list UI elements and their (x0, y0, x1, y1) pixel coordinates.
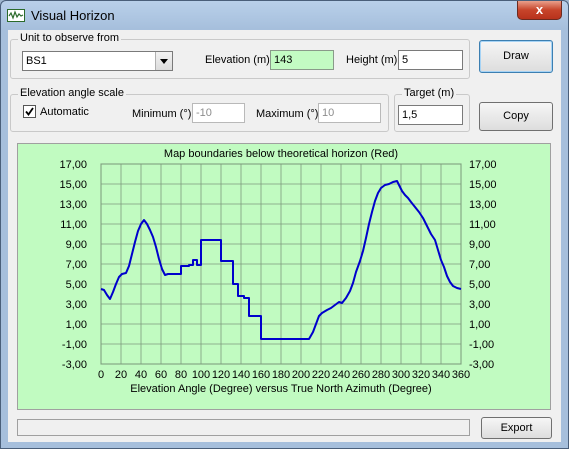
copy-button[interactable]: Copy (479, 102, 553, 131)
chevron-down-icon[interactable] (155, 52, 172, 70)
y-tick-label-right: 9,00 (469, 239, 490, 251)
y-tick-label-right: -1,00 (469, 339, 494, 351)
unit-select-value: BS1 (26, 55, 47, 67)
maximum-label: Maximum (°) (256, 108, 319, 120)
target-field[interactable]: 1,5 (398, 105, 463, 125)
export-button[interactable]: Export (481, 417, 552, 439)
y-tick-label-right: 15,00 (469, 179, 497, 191)
horizon-chart: 0 20 40 60 80 100 120 140 160 180 200 220 240 260 280 3… (59, 148, 497, 395)
minimum-field[interactable]: -10 (192, 103, 245, 123)
y-tick-label-right: 13,00 (469, 199, 497, 211)
y-tick-label-right: 5,00 (469, 279, 490, 291)
x-tick-label: 40 (135, 369, 147, 381)
y-tick-label-left: 3,00 (66, 299, 87, 311)
x-tick-label: 100 (192, 369, 210, 381)
title-bar[interactable]: Visual Horizon x (1, 1, 568, 29)
x-tick-label: 360 (452, 369, 470, 381)
draw-button[interactable]: Draw (479, 40, 553, 73)
y-tick-label-left: 15,00 (59, 179, 87, 191)
y-tick-label-right: 17,00 (469, 159, 497, 171)
y-tick-label-right: 11,00 (469, 219, 496, 231)
checkmark-icon (25, 107, 34, 116)
x-tick-label: 260 (352, 369, 370, 381)
horizon-plot-panel: 0 20 40 60 80 100 120 140 160 180 200 220 240 260 280 3… (17, 143, 551, 410)
minimum-label: Minimum (°) (132, 108, 192, 120)
close-button[interactable]: x (517, 1, 562, 20)
x-tick-label: 320 (412, 369, 430, 381)
x-tick-label: 140 (232, 369, 250, 381)
automatic-label: Automatic (40, 106, 89, 118)
y-tick-label-left: -3,00 (62, 359, 87, 371)
y-tick-label-left: -1,00 (62, 339, 87, 351)
y-tick-label-right: 1,00 (469, 319, 490, 331)
window-title: Visual Horizon (31, 8, 115, 23)
x-tick-label: 240 (332, 369, 350, 381)
dialog-client-area: Unit to observe from BS1 Elevation (m) 1… (8, 30, 561, 442)
height-field[interactable]: 5 (398, 50, 463, 70)
elevation-field[interactable]: 143 (270, 50, 334, 70)
automatic-checkbox[interactable] (23, 105, 36, 118)
y-tick-label-right: 7,00 (469, 259, 490, 271)
x-tick-label: 300 (392, 369, 410, 381)
y-tick-label-left: 9,00 (66, 239, 87, 251)
y-tick-label-left: 5,00 (66, 279, 87, 291)
x-tick-label: 200 (292, 369, 310, 381)
close-icon: x (535, 2, 544, 17)
y-tick-label-left: 13,00 (59, 199, 87, 211)
elevation-label: Elevation (m) (205, 54, 270, 66)
visual-horizon-window: Visual Horizon x Unit to observe from BS… (0, 0, 569, 449)
x-axis-label: Elevation Angle (Degree) versus True Nor… (130, 383, 431, 395)
y-tick-label-left: 1,00 (66, 319, 87, 331)
y-tick-label-left: 7,00 (66, 259, 87, 271)
chart-title: Map boundaries below theoretical horizon… (164, 148, 398, 160)
x-tick-label: 160 (252, 369, 270, 381)
y-tick-label-right: 3,00 (469, 299, 490, 311)
x-tick-label: 220 (312, 369, 330, 381)
y-tick-label-right: -3,00 (469, 359, 494, 371)
status-bar (17, 419, 470, 436)
y-tick-label-left: 11,00 (60, 219, 87, 231)
y-tick-label-left: 17,00 (59, 159, 87, 171)
height-label: Height (m) (346, 54, 398, 66)
waveform-icon (7, 9, 25, 22)
x-tick-label: 60 (155, 369, 167, 381)
x-tick-label: 340 (432, 369, 450, 381)
x-tick-label: 0 (98, 369, 104, 381)
maximum-field[interactable]: 10 (318, 103, 381, 123)
x-tick-label: 20 (115, 369, 127, 381)
x-tick-label: 80 (175, 369, 187, 381)
x-tick-label: 280 (372, 369, 390, 381)
unit-select[interactable]: BS1 (22, 51, 173, 71)
x-tick-label: 180 (272, 369, 290, 381)
elevation-scale-legend: Elevation angle scale (18, 87, 126, 99)
target-legend: Target (m) (402, 87, 457, 99)
unit-group-legend: Unit to observe from (18, 32, 122, 44)
x-tick-label: 120 (212, 369, 230, 381)
